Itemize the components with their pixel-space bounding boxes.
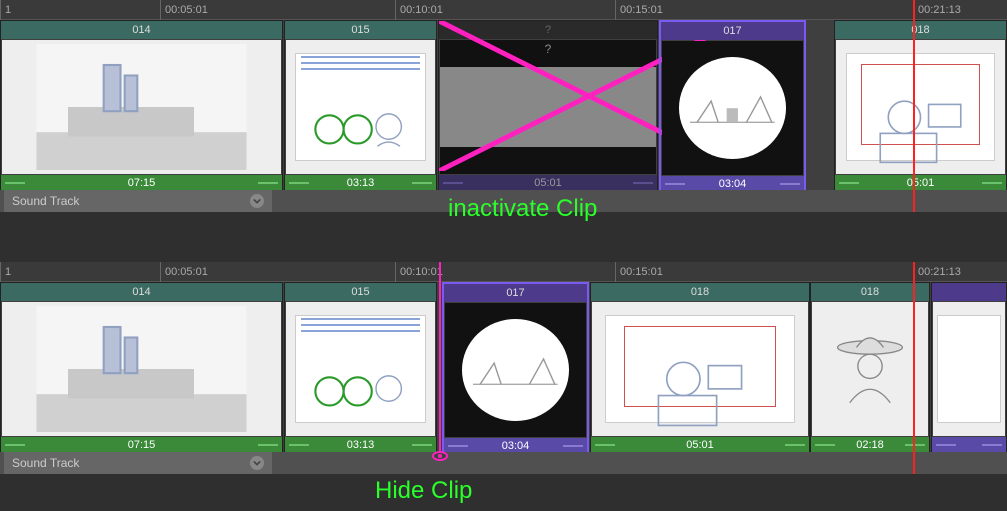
clip-015[interactable]: 015 03:13	[284, 282, 437, 452]
clip-duration: 07:15	[1, 437, 282, 453]
sound-track-label: Sound Track	[12, 194, 79, 208]
clip-014[interactable]: 014 07:15	[0, 20, 283, 190]
ruler-tick: 1	[0, 262, 11, 282]
clip-header: 018	[591, 283, 809, 301]
clip-thumbnail	[286, 40, 435, 174]
clip-header: 014	[1, 283, 282, 301]
clip-thumbnail	[662, 41, 803, 175]
timeline-ruler[interactable]: 1 00:05:01 00:10:01 00:15:01 00:21:13	[0, 0, 1007, 20]
clip-thumbnail	[2, 302, 281, 436]
timeline-inactivate-example: 1 00:05:01 00:10:01 00:15:01 00:21:13 01…	[0, 0, 1007, 212]
clip-header: 017	[661, 22, 804, 40]
clip-duration: 03:13	[285, 175, 436, 191]
clip-thumbnail	[445, 303, 586, 437]
clip-017[interactable]: 017 03:04	[442, 282, 589, 452]
ruler-tick: 00:15:01	[615, 0, 663, 20]
ruler-tick: 00:21:13	[913, 262, 961, 282]
clip-duration: 05:01	[835, 175, 1006, 191]
clip-duration: 05:01	[591, 437, 809, 453]
hide-clip-marker[interactable]	[439, 262, 441, 452]
playhead[interactable]	[913, 262, 915, 474]
clip-018b[interactable]: 018 02:18	[810, 282, 930, 452]
sound-track-label: Sound Track	[12, 456, 79, 470]
clip-inactive[interactable]: ? 05:01	[438, 20, 658, 190]
clip-duration: 03:13	[285, 437, 436, 453]
clip-header: ?	[439, 21, 657, 39]
clip-header: 018	[835, 21, 1006, 39]
clip-thumbnail	[2, 40, 281, 174]
video-track[interactable]: 014 07:15 015	[0, 20, 1007, 190]
dropdown-icon[interactable]	[250, 456, 264, 470]
clip-duration: 02:18	[811, 437, 929, 453]
clip-duration: 07:15	[1, 175, 282, 191]
dropdown-icon[interactable]	[250, 194, 264, 208]
timeline-ruler[interactable]: 1 00:05:01 00:10:01 00:15:01 00:21:13	[0, 262, 1007, 282]
ruler-tick: 00:10:01	[395, 0, 443, 20]
sound-track[interactable]: Sound Track	[0, 452, 1007, 474]
playhead[interactable]	[913, 0, 915, 212]
ruler-tick: 00:05:01	[160, 0, 208, 20]
clip-header: 018	[811, 283, 929, 301]
clip-duration: 05:01	[439, 175, 657, 191]
sound-track[interactable]: Sound Track	[0, 190, 1007, 212]
ruler-tick: 00:21:13	[913, 0, 961, 20]
clip-header	[932, 283, 1006, 301]
clip-header: 017	[444, 284, 587, 302]
clip-thumbnail	[933, 302, 1005, 436]
clip-thumbnail	[836, 40, 1005, 174]
clip-duration	[932, 437, 1006, 453]
annotation-hide: Hide Clip	[375, 477, 472, 505]
clip-thumbnail	[592, 302, 808, 436]
clip-thumbnail	[286, 302, 435, 436]
clip-017[interactable]: 017 03:04	[659, 20, 806, 190]
ruler-tick: 00:15:01	[615, 262, 663, 282]
clip-018[interactable]: 018 05:01	[834, 20, 1007, 190]
clip-thumbnail	[440, 40, 656, 174]
clip-header: 014	[1, 21, 282, 39]
clip-thumbnail	[812, 302, 928, 436]
eye-icon	[432, 451, 448, 461]
clip-014[interactable]: 014 07:15	[0, 282, 283, 452]
ruler-tick: 00:10:01	[395, 262, 443, 282]
ruler-tick: 00:05:01	[160, 262, 208, 282]
clip-header: 015	[285, 21, 436, 39]
ruler-tick: 1	[0, 0, 11, 20]
timeline-hide-example: 1 00:05:01 00:10:01 00:15:01 00:21:13 01…	[0, 262, 1007, 474]
clip-018[interactable]: 018 05:01	[590, 282, 810, 452]
clip-015[interactable]: 015 03:13	[284, 20, 437, 190]
clip-header: 015	[285, 283, 436, 301]
video-track[interactable]: 014 07:15 015	[0, 282, 1007, 452]
clip-partial[interactable]	[931, 282, 1007, 452]
